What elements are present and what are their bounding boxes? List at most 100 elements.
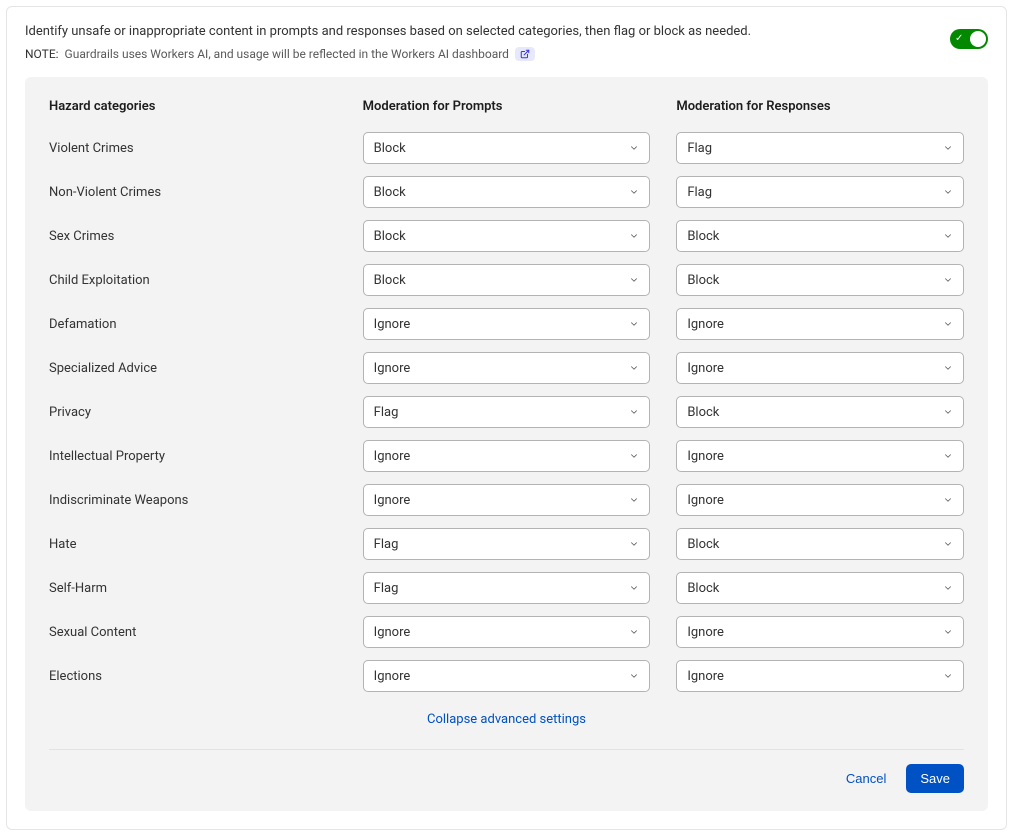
response-select-wrap: Ignore	[676, 346, 964, 390]
prompt-moderation-select[interactable]: Flag	[363, 572, 651, 604]
note-label: NOTE:	[25, 47, 59, 61]
prompt-moderation-select[interactable]: Block	[363, 176, 651, 208]
response-moderation-select[interactable]: Ignore	[676, 352, 964, 384]
response-select-wrap: Block	[676, 258, 964, 302]
select-value: Ignore	[687, 449, 724, 464]
hazard-label: Self-Harm	[49, 571, 337, 606]
select-value: Ignore	[687, 317, 724, 332]
prompt-select-wrap: Flag	[363, 522, 651, 566]
response-select-wrap: Ignore	[676, 610, 964, 654]
chevron-down-icon	[943, 187, 953, 197]
prompt-select-wrap: Flag	[363, 566, 651, 610]
select-value: Flag	[374, 537, 399, 552]
chevron-down-icon	[629, 451, 639, 461]
prompt-moderation-select[interactable]: Ignore	[363, 440, 651, 472]
response-select-wrap: Ignore	[676, 434, 964, 478]
chevron-down-icon	[943, 671, 953, 681]
chevron-down-icon	[629, 495, 639, 505]
divider	[49, 749, 964, 750]
response-moderation-select[interactable]: Flag	[676, 132, 964, 164]
prompt-moderation-select[interactable]: Ignore	[363, 352, 651, 384]
response-moderation-select[interactable]: Ignore	[676, 484, 964, 516]
response-moderation-select[interactable]: Block	[676, 264, 964, 296]
chevron-down-icon	[943, 319, 953, 329]
hazard-label: Hate	[49, 527, 337, 562]
chevron-down-icon	[629, 319, 639, 329]
chevron-down-icon	[943, 363, 953, 373]
chevron-down-icon	[629, 187, 639, 197]
chevron-down-icon	[629, 407, 639, 417]
chevron-down-icon	[943, 583, 953, 593]
prompt-moderation-select[interactable]: Ignore	[363, 660, 651, 692]
prompt-moderation-select[interactable]: Ignore	[363, 308, 651, 340]
guardrails-card: Identify unsafe or inappropriate content…	[6, 6, 1007, 830]
select-value: Ignore	[687, 493, 724, 508]
select-value: Flag	[374, 581, 399, 596]
chevron-down-icon	[943, 539, 953, 549]
prompt-moderation-select[interactable]: Block	[363, 132, 651, 164]
prompt-moderation-select[interactable]: Ignore	[363, 484, 651, 516]
external-link-icon[interactable]	[515, 47, 535, 61]
response-moderation-select[interactable]: Block	[676, 396, 964, 428]
chevron-down-icon	[629, 363, 639, 373]
select-value: Block	[374, 185, 406, 200]
header-text: Identify unsafe or inappropriate content…	[25, 23, 930, 61]
chevron-down-icon	[943, 275, 953, 285]
prompt-select-wrap: Flag	[363, 390, 651, 434]
chevron-down-icon	[629, 275, 639, 285]
response-select-wrap: Block	[676, 566, 964, 610]
prompt-moderation-select[interactable]: Ignore	[363, 616, 651, 648]
column-header-prompts: Moderation for Prompts	[363, 99, 651, 126]
prompt-select-wrap: Ignore	[363, 346, 651, 390]
chevron-down-icon	[629, 583, 639, 593]
prompt-moderation-select[interactable]: Block	[363, 220, 651, 252]
prompt-select-wrap: Ignore	[363, 610, 651, 654]
response-moderation-select[interactable]: Ignore	[676, 616, 964, 648]
settings-panel: Hazard categories Moderation for Prompts…	[25, 77, 988, 811]
response-moderation-select[interactable]: Ignore	[676, 308, 964, 340]
chevron-down-icon	[943, 495, 953, 505]
response-moderation-select[interactable]: Block	[676, 220, 964, 252]
hazard-label: Specialized Advice	[49, 351, 337, 386]
select-value: Block	[374, 141, 406, 156]
prompt-moderation-select[interactable]: Flag	[363, 528, 651, 560]
chevron-down-icon	[629, 231, 639, 241]
prompt-moderation-select[interactable]: Block	[363, 264, 651, 296]
select-value: Ignore	[374, 361, 411, 376]
chevron-down-icon	[629, 143, 639, 153]
prompt-select-wrap: Block	[363, 214, 651, 258]
select-value: Block	[687, 537, 719, 552]
response-select-wrap: Block	[676, 522, 964, 566]
response-moderation-select[interactable]: Ignore	[676, 660, 964, 692]
header-row: Identify unsafe or inappropriate content…	[25, 23, 988, 61]
hazard-label: Privacy	[49, 395, 337, 430]
response-moderation-select[interactable]: Ignore	[676, 440, 964, 472]
select-value: Ignore	[374, 625, 411, 640]
select-value: Ignore	[374, 449, 411, 464]
hazard-label: Sexual Content	[49, 615, 337, 650]
save-button[interactable]: Save	[906, 764, 964, 793]
enable-toggle[interactable]: ✓	[950, 29, 988, 49]
select-value: Block	[687, 229, 719, 244]
response-moderation-select[interactable]: Flag	[676, 176, 964, 208]
prompt-select-wrap: Block	[363, 170, 651, 214]
chevron-down-icon	[943, 143, 953, 153]
select-value: Ignore	[374, 493, 411, 508]
select-value: Block	[687, 581, 719, 596]
collapse-advanced-link[interactable]: Collapse advanced settings	[427, 712, 586, 727]
guardrails-description: Identify unsafe or inappropriate content…	[25, 23, 930, 41]
cancel-button[interactable]: Cancel	[842, 765, 890, 792]
response-moderation-select[interactable]: Block	[676, 528, 964, 560]
guardrails-note: NOTE: Guardrails uses Workers AI, and us…	[25, 47, 930, 61]
select-value: Block	[687, 405, 719, 420]
response-moderation-select[interactable]: Block	[676, 572, 964, 604]
prompt-moderation-select[interactable]: Flag	[363, 396, 651, 428]
chevron-down-icon	[629, 539, 639, 549]
select-value: Ignore	[687, 625, 724, 640]
select-value: Ignore	[687, 669, 724, 684]
check-icon: ✓	[955, 32, 963, 46]
select-value: Flag	[687, 185, 712, 200]
chevron-down-icon	[943, 407, 953, 417]
hazard-label: Non-Violent Crimes	[49, 175, 337, 210]
toggle-knob	[970, 31, 986, 47]
